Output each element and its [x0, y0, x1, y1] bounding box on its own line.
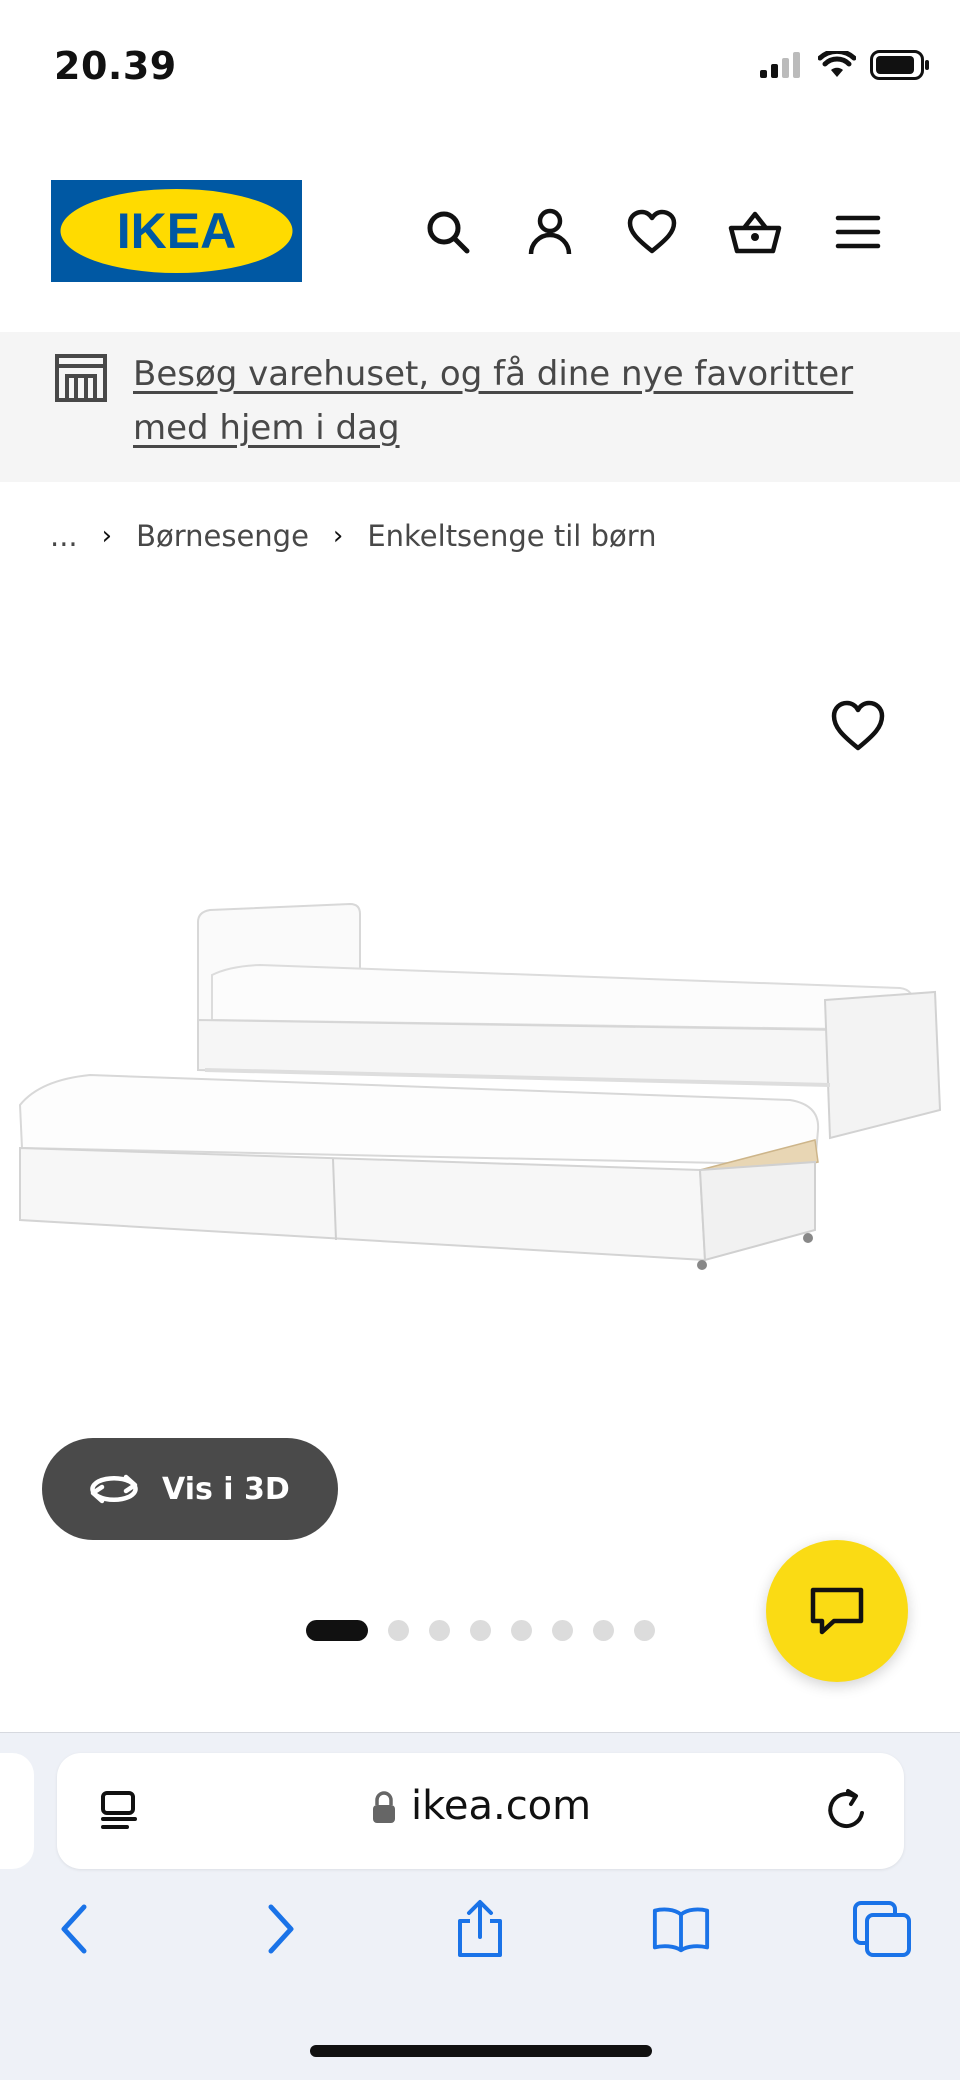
- carousel-dot[interactable]: [388, 1620, 409, 1641]
- store-icon: [55, 354, 107, 402]
- heart-icon: [627, 209, 677, 254]
- lock-icon: [373, 1791, 395, 1823]
- breadcrumb-ellipsis[interactable]: ...: [50, 519, 78, 553]
- account-button[interactable]: [522, 204, 578, 260]
- chevron-right-icon: ›: [332, 521, 344, 551]
- banner-link[interactable]: Besøg varehuset, og få dine nye favoritt…: [133, 347, 913, 455]
- ikea-logo[interactable]: IKEA: [51, 180, 302, 282]
- back-button[interactable]: [44, 1899, 104, 1959]
- search-icon: [427, 211, 470, 254]
- bookmarks-button[interactable]: [651, 1899, 711, 1959]
- basket-icon: [728, 211, 782, 254]
- breadcrumb: ... › Børnesenge › Enkeltsenge til børn: [50, 514, 657, 558]
- svg-text:IKEA: IKEA: [117, 203, 236, 259]
- chat-button[interactable]: [766, 1540, 908, 1682]
- share-button[interactable]: [450, 1899, 510, 1959]
- chat-icon: [810, 1587, 864, 1635]
- menu-button[interactable]: [830, 204, 886, 260]
- carousel-dot[interactable]: [429, 1620, 450, 1641]
- status-bar: 20.39: [0, 0, 960, 120]
- share-icon: [458, 1900, 502, 1957]
- home-indicator: [310, 2045, 652, 2057]
- battery-icon: [870, 50, 929, 80]
- carousel-dot[interactable]: [470, 1620, 491, 1641]
- browser-toolbar: ikea.com: [0, 1732, 960, 2080]
- forward-button[interactable]: [251, 1899, 311, 1959]
- status-time: 20.39: [54, 44, 177, 88]
- status-icons: [760, 50, 930, 80]
- tabs-icon: [853, 1901, 911, 1957]
- chevron-right-icon: [268, 1904, 294, 1954]
- carousel-dot[interactable]: [552, 1620, 573, 1641]
- previous-tab-preview[interactable]: [0, 1753, 34, 1869]
- basket-button[interactable]: [727, 204, 783, 260]
- signal-icon: [760, 52, 800, 78]
- address-bar[interactable]: ikea.com: [57, 1753, 904, 1869]
- product-image[interactable]: [0, 870, 960, 1290]
- product-gallery: Vis i 3D: [0, 600, 960, 1740]
- account-icon: [528, 208, 572, 255]
- breadcrumb-item-enkeltsenge[interactable]: Enkeltsenge til børn: [367, 519, 656, 553]
- url-domain: ikea.com: [411, 1783, 592, 1829]
- carousel-dot[interactable]: [511, 1620, 532, 1641]
- site-header: IKEA: [0, 160, 960, 300]
- wifi-icon: [818, 51, 856, 77]
- rotate-3d-icon: [90, 1474, 138, 1504]
- tabs-button[interactable]: [852, 1899, 912, 1959]
- carousel-dot[interactable]: [634, 1620, 655, 1641]
- view-in-3d-label: Vis i 3D: [162, 1471, 290, 1507]
- breadcrumb-item-boernesenge[interactable]: Børnesenge: [136, 519, 309, 553]
- search-button[interactable]: [420, 204, 476, 260]
- carousel-indicator: [306, 1620, 655, 1641]
- view-in-3d-button[interactable]: Vis i 3D: [42, 1438, 338, 1540]
- chevron-right-icon: ›: [101, 521, 113, 551]
- store-banner[interactable]: Besøg varehuset, og få dine nye favoritt…: [0, 332, 960, 482]
- reload-icon[interactable]: [824, 1787, 870, 1833]
- reader-mode-icon[interactable]: [99, 1789, 143, 1833]
- carousel-dot[interactable]: [306, 1620, 368, 1641]
- favorites-button[interactable]: [624, 204, 680, 260]
- carousel-dot[interactable]: [593, 1620, 614, 1641]
- heart-icon[interactable]: [830, 698, 886, 754]
- book-icon: [652, 1907, 710, 1953]
- chevron-left-icon: [61, 1904, 87, 1954]
- menu-icon: [835, 215, 881, 249]
